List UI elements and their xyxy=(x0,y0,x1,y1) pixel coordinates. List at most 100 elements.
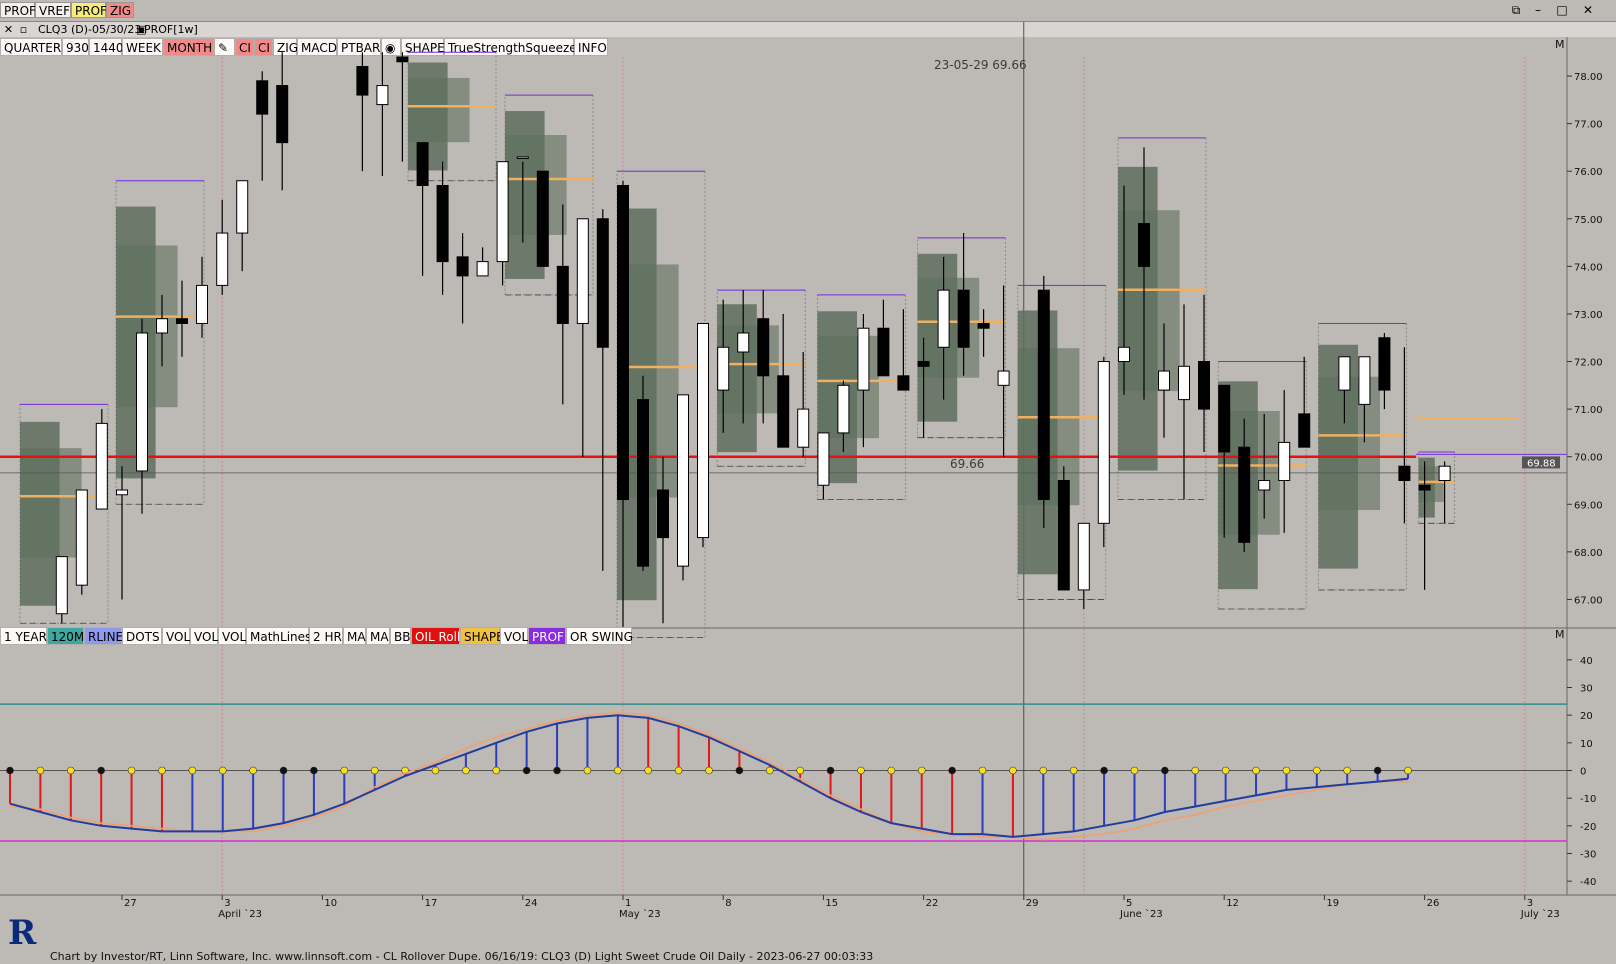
candle-body xyxy=(1218,384,1231,453)
volume-profile-bar xyxy=(505,135,567,235)
candle-body xyxy=(857,327,870,391)
toolbar2-btn-vol[interactable]: VOL xyxy=(190,627,218,645)
candle-body xyxy=(356,66,369,96)
toolbar2-btn-vol[interactable]: VOL xyxy=(500,627,528,645)
date-day-label: 17 xyxy=(425,898,438,909)
zero-dot xyxy=(978,766,987,775)
candle-body xyxy=(1138,223,1150,267)
toolbar2-btn-mathlines[interactable]: MathLines xyxy=(246,627,311,645)
candle-body xyxy=(1278,441,1291,481)
candle-body xyxy=(617,184,629,501)
panel-letter: M xyxy=(1555,38,1565,51)
date-day-label: 3 xyxy=(224,898,230,909)
date-day-label: 8 xyxy=(725,898,731,909)
price-tick-label: 73.00 xyxy=(1574,310,1603,321)
price-tick-label: 70.00 xyxy=(1574,453,1603,464)
candle-body xyxy=(937,289,950,348)
candle-body xyxy=(1238,446,1251,543)
zero-dot xyxy=(492,766,501,775)
candle-body xyxy=(777,375,790,448)
logo-icon: R xyxy=(8,913,37,953)
candle-body xyxy=(1037,289,1050,501)
toolbar2-btn-bb[interactable]: BB xyxy=(390,627,411,645)
toolbar2-btn-ma[interactable]: MA xyxy=(366,627,390,645)
candle-body xyxy=(75,489,88,586)
candle-body xyxy=(1097,361,1110,524)
date-month-label: May `23 xyxy=(619,908,661,920)
signal-line xyxy=(9,711,1408,841)
oscillator-line xyxy=(9,714,1409,838)
candle-body xyxy=(1178,365,1190,401)
candle-body xyxy=(997,370,1010,386)
candle-body xyxy=(1418,484,1431,491)
osc-tick-label: 40 xyxy=(1580,656,1593,667)
zero-dot xyxy=(1221,766,1230,775)
zero-dot xyxy=(583,766,592,775)
toolbar2-btn-vol[interactable]: VOL xyxy=(218,627,246,645)
date-day-label: 1 xyxy=(625,898,631,909)
zero-dot xyxy=(1130,766,1139,775)
date-day-label: 29 xyxy=(1026,898,1039,909)
panel-letter: M xyxy=(1555,628,1565,641)
candle-body xyxy=(977,322,990,329)
zero-dot xyxy=(1282,766,1291,775)
candle-body xyxy=(677,394,689,567)
candle-body xyxy=(216,232,229,286)
candle-body xyxy=(1338,356,1351,391)
candle-body xyxy=(717,346,730,391)
candle-body xyxy=(436,184,449,263)
osc-tick-label: 30 xyxy=(1580,684,1593,695)
price-chart[interactable]: 78.00 77.00 76.00 75.00 74.00 73.00 72.00 71.00… xyxy=(0,0,1616,964)
toolbar2-btn-dots[interactable]: DOTS xyxy=(122,627,162,645)
volume-profile-bar xyxy=(408,77,470,143)
zero-dot xyxy=(1039,766,1048,775)
zero-dot xyxy=(1009,766,1017,775)
toolbar2-btn-rline[interactable]: RLINE xyxy=(84,627,123,645)
candle-body xyxy=(596,218,609,348)
zero-dot xyxy=(826,766,835,775)
date-month-label: April `23 xyxy=(218,908,262,920)
date-day-label: 19 xyxy=(1326,898,1339,909)
zero-dot xyxy=(917,766,926,775)
candle-body xyxy=(236,180,249,234)
toolbar2-btn-or-swing[interactable]: OR SWING xyxy=(566,627,633,645)
zero-dot xyxy=(1404,766,1412,775)
price-tick-label: 72.00 xyxy=(1574,358,1603,369)
candle-body xyxy=(1118,346,1130,363)
toolbar2-btn-1-year[interactable]: 1 YEAR xyxy=(0,627,47,645)
zero-dot xyxy=(431,766,440,775)
osc-tick-label: 10 xyxy=(1580,739,1593,750)
toolbar2-btn-2-hr[interactable]: 2 HR xyxy=(309,627,343,645)
zero-dot xyxy=(1100,766,1108,775)
candle-body xyxy=(817,432,830,486)
toolbar2-btn-prof[interactable]: PROF xyxy=(528,627,566,645)
osc-tick-label: 20 xyxy=(1580,711,1593,722)
zero-dot xyxy=(66,766,75,775)
zero-dot xyxy=(127,766,136,775)
date-day-label: 27 xyxy=(124,898,137,909)
zero-dot xyxy=(705,766,713,775)
candle-body xyxy=(456,256,469,277)
toolbar2-btn-vol[interactable]: VOL xyxy=(162,627,190,645)
candle-body xyxy=(1057,479,1070,591)
date-day-label: 22 xyxy=(926,898,939,909)
candle-body xyxy=(1298,413,1311,448)
toolbar2-btn-shape[interactable]: SHAPE xyxy=(460,627,504,645)
volume-profile-bar xyxy=(1318,376,1380,510)
zero-dot xyxy=(1343,766,1352,775)
toolbar2-btn-oil-roll[interactable]: OIL Roll xyxy=(411,627,460,645)
candle-body xyxy=(416,142,429,186)
date-day-label: 24 xyxy=(525,898,538,909)
osc-tick-label: -30 xyxy=(1580,850,1596,861)
candle-body xyxy=(55,556,68,615)
zero-dot xyxy=(158,766,166,775)
candle-body xyxy=(276,85,289,144)
toolbar2-btn-120m[interactable]: 120M xyxy=(47,627,84,645)
toolbar2-btn-ma[interactable]: MA xyxy=(343,627,366,645)
date-day-label: 5 xyxy=(1126,898,1132,909)
date-day-label: 3 xyxy=(1527,898,1533,909)
zero-dot xyxy=(1252,766,1260,775)
zero-dot xyxy=(97,766,105,775)
zero-dot xyxy=(1313,766,1321,775)
candle-body xyxy=(95,422,108,510)
